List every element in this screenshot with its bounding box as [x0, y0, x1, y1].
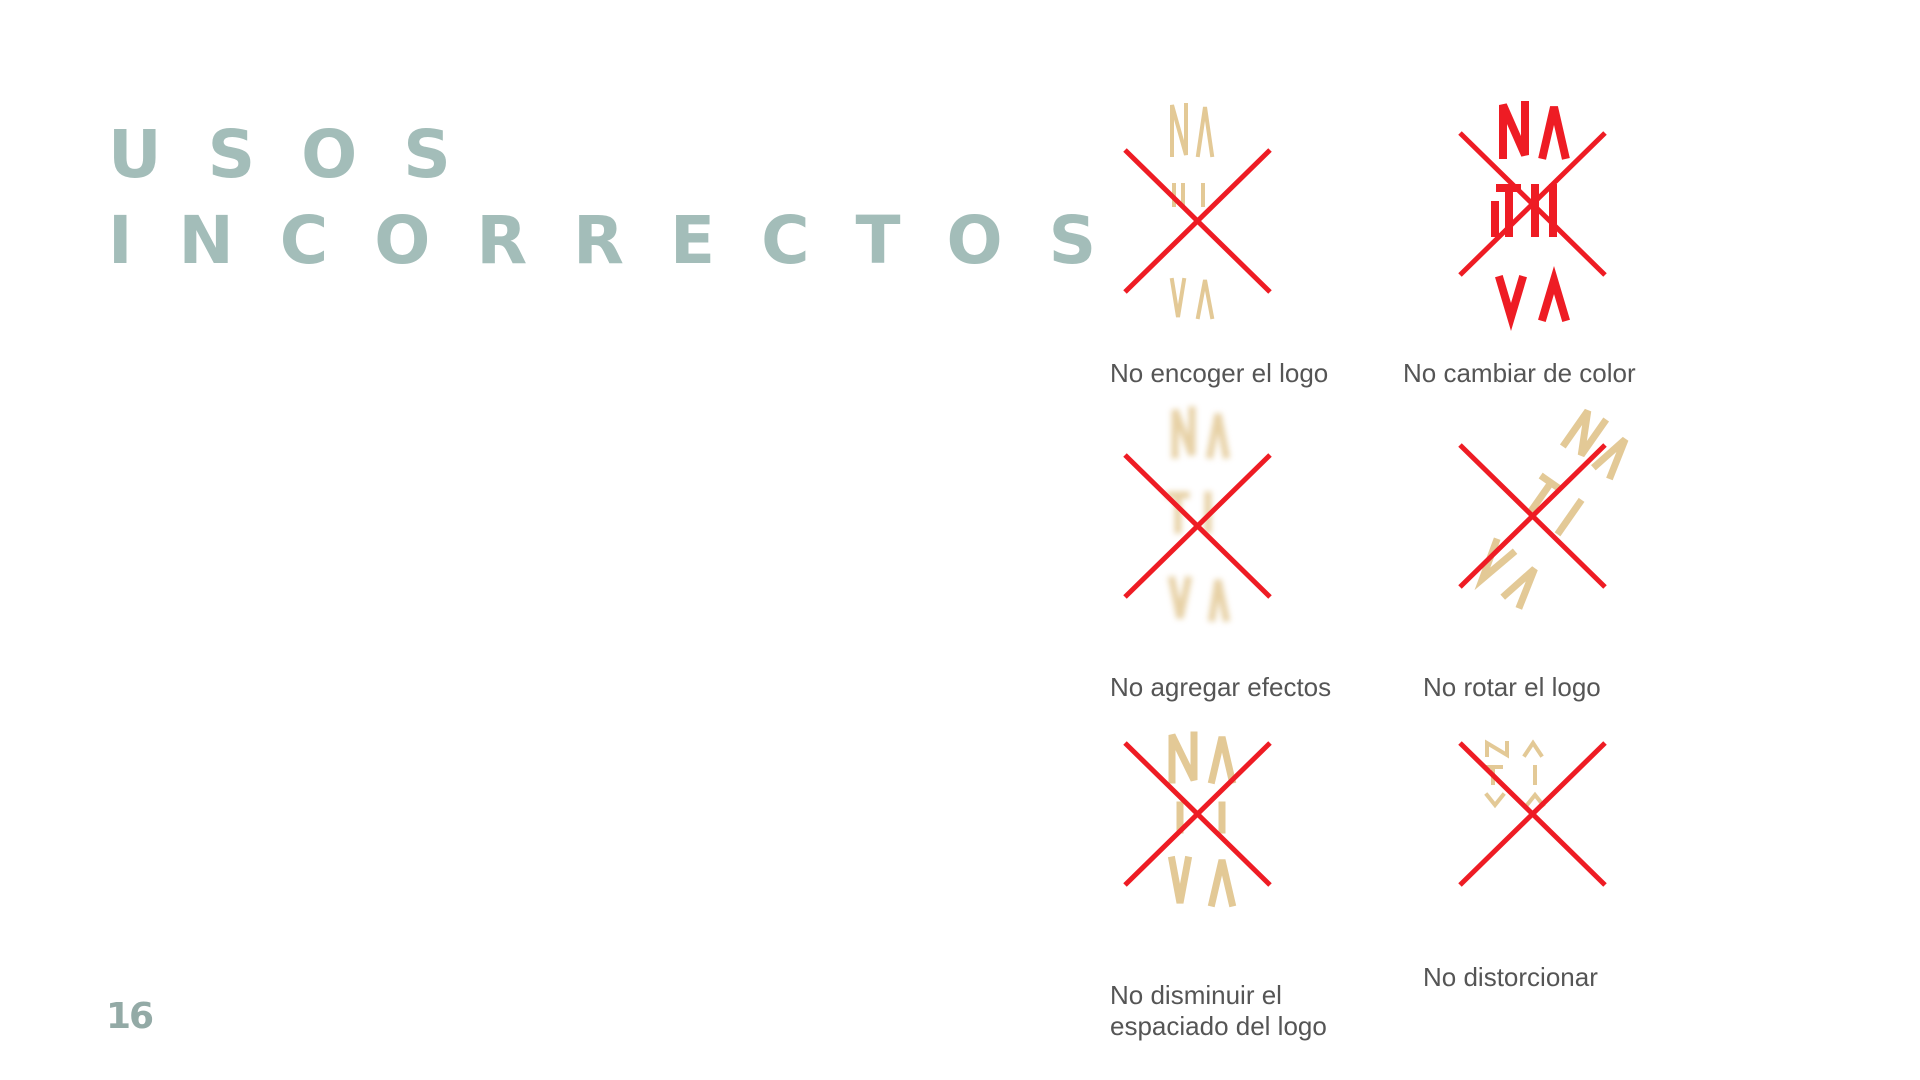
example-distort [1445, 725, 1745, 985]
title-line-2: INCORRECTOS [108, 202, 1143, 279]
caption-spacing: No disminuir el espaciado del logo [1110, 980, 1327, 1042]
caption-color: No cambiar de color [1403, 358, 1636, 388]
caption-distort: No distorcionar [1423, 962, 1598, 992]
logo-blurred-crossed-icon [1123, 406, 1272, 623]
logo-tight-spacing-crossed-icon [1123, 731, 1272, 908]
caption-effects: No agregar efectos [1110, 672, 1332, 702]
page-number: 16 [106, 996, 154, 1037]
title-line-1: USOS [108, 116, 497, 193]
example-color [1445, 95, 1745, 355]
caption-spacing-line-1: No disminuir el [1110, 980, 1282, 1010]
example-effects [1110, 400, 1410, 660]
caption-rotate: No rotar el logo [1423, 672, 1601, 702]
logo-recolored-crossed-icon [1458, 101, 1607, 332]
caption-spacing-line-2: espaciado del logo [1110, 1011, 1327, 1041]
caption-shrink: No encoger el logo [1110, 358, 1329, 388]
example-spacing [1110, 725, 1410, 985]
example-rotate [1445, 400, 1745, 660]
page-title: USOS INCORRECTOS [108, 112, 1142, 284]
example-shrink [1110, 95, 1410, 355]
logo-rotated-crossed-icon [1458, 408, 1629, 610]
logo-shrunk-crossed-icon [1123, 103, 1272, 320]
logo-distorted-crossed-icon [1458, 739, 1607, 887]
